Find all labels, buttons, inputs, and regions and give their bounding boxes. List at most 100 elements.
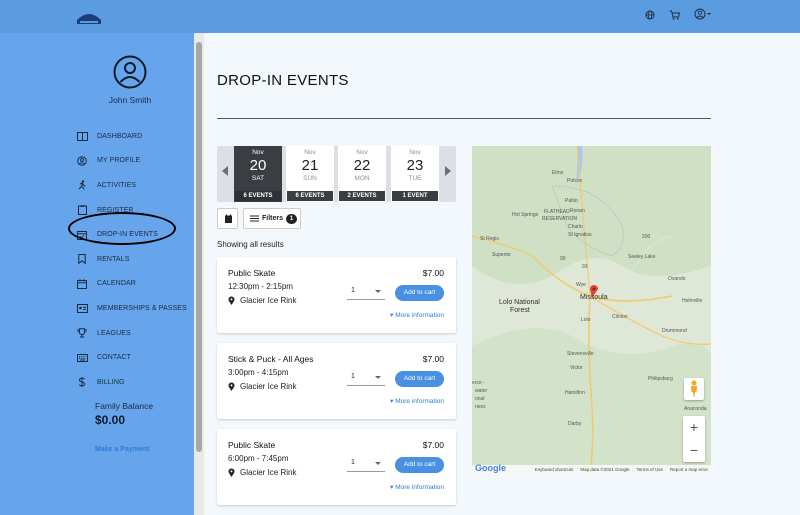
map-label: Darby [568,421,582,427]
sidebar-item-dashboard[interactable]: Dashboard [76,124,187,149]
filters-button[interactable]: Filters 1 [243,208,301,229]
date-card-nov-22[interactable]: Nov 22 MON 2 EVENTS [338,146,386,202]
calendar-icon [76,279,88,289]
user-avatar-icon[interactable] [113,55,147,89]
date-day: 23 [406,157,424,174]
more-information-label: More information [395,484,444,491]
make-payment-link[interactable]: Make a Payment [95,446,149,453]
keyboard-shortcuts-link[interactable]: Keyboard shortcuts [535,467,574,472]
report-map-error-link[interactable]: Report a map error [670,467,708,472]
map-label: Anaconda [684,406,707,412]
dollar-icon [76,377,88,388]
add-to-cart-button[interactable]: Add to cart [395,457,444,473]
page-title: DROP-IN EVENTS [217,72,349,89]
filter-lines-icon [250,215,259,222]
logo-icon[interactable] [74,8,104,26]
sidebar-item-activities[interactable]: Activities [76,173,187,198]
chevron-down-icon [375,376,381,379]
quantity-value: 1 [351,459,355,466]
event-card: Public Skate 12:30pm - 2:15pm Glacier Ic… [217,257,456,333]
map-highway-label: 93 [582,264,588,270]
street-view-pegman-icon[interactable] [684,378,704,400]
map-label: Victor [570,365,583,371]
sidebar-item-label: Dashboard [97,132,143,140]
sidebar-item-contact[interactable]: Contact [76,345,187,370]
sidebar-item-leagues[interactable]: Leagues [76,321,187,346]
event-time: 6:00pm - 7:45pm [228,454,289,463]
date-event-count: 6 EVENTS [235,191,281,201]
date-weekday: SUN [303,175,317,182]
account-menu-icon[interactable] [694,8,712,23]
more-information-link[interactable]: ▾ More information [390,397,444,405]
add-to-cart-button[interactable]: Add to cart [395,371,444,387]
map-pin-icon [228,468,235,477]
quantity-select[interactable]: 1 [347,283,385,300]
event-price: $7.00 [422,440,444,450]
trophy-icon [76,328,88,338]
terms-of-use-link[interactable]: Terms of Use [636,467,663,472]
sidebar-item-label: Rentals [97,255,130,263]
map-view[interactable]: FLATHEAD RESERVATION Polson Elmo Pablo R… [472,146,711,474]
map-label: Wye [576,282,586,288]
sidebar-item-my-profile[interactable]: My Profile [76,149,187,174]
google-logo: Google [475,463,506,473]
map-label: water [475,388,488,394]
date-weekday: TUE [408,175,422,182]
date-weekday: MON [354,175,370,182]
sidebar-nav: Dashboard My Profile Activities Register… [76,124,187,395]
sidebar-item-memberships-passes[interactable]: Memberships & Passes [76,296,187,321]
date-card-nov-20[interactable]: Nov 20 SAT 6 EVENTS [234,146,282,202]
map-label: Pablo [565,198,578,204]
map-label: FLATHEAD [544,209,570,215]
sidebar-item-calendar[interactable]: Calendar [76,272,187,297]
title-divider [217,118,711,119]
family-balance-label: Family Balance [95,401,154,411]
map-label: Seeley Lake [628,254,656,260]
next-date-arrow-icon[interactable] [445,166,451,176]
sidebar-item-rentals[interactable]: Rentals [76,247,187,272]
more-information-link[interactable]: ▾ More information [390,483,444,491]
event-time: 3:00pm - 4:15pm [228,368,289,377]
sidebar-item-label: Calendar [97,280,136,288]
date-month: Nov [409,149,421,156]
zoom-in-button[interactable]: + [683,416,705,439]
map-footer: Keyboard shortcuts Map data ©2021 Google… [472,465,711,474]
event-price: $7.00 [422,268,444,278]
map-highway-label: 200 [642,234,651,240]
filters-count-badge: 1 [286,213,298,224]
more-information-link[interactable]: ▾ More information [390,311,444,319]
columns-icon [76,131,88,141]
cart-icon[interactable] [669,9,681,23]
quantity-select[interactable]: 1 [347,455,385,472]
prev-date-arrow-icon[interactable] [222,166,228,176]
sidebar-item-label: Billing [97,378,125,386]
globe-icon[interactable] [645,9,655,23]
date-card-nov-23[interactable]: Nov 23 TUE 1 EVENT [391,146,439,202]
date-card-nov-21[interactable]: Nov 21 SUN 6 EVENTS [286,146,334,202]
event-card: Stick & Puck - All Ages 3:00pm - 4:15pm … [217,343,456,419]
quantity-value: 1 [351,287,355,294]
caret-down-icon: ▾ [390,398,394,405]
sidebar-item-billing[interactable]: Billing [76,370,187,395]
event-card: Public Skate 6:00pm - 7:45pm Glacier Ice… [217,429,456,505]
add-to-cart-button[interactable]: Add to cart [395,285,444,301]
map-label: ness [475,404,486,410]
filters-label: Filters [262,215,284,222]
date-day: 20 [249,157,267,174]
map-data-attribution: Map data ©2021 Google [580,467,630,472]
chevron-down-icon [375,290,381,293]
family-balance-value: $0.00 [95,413,126,427]
user-circle-icon [76,156,88,166]
map-label: RESERVATION [542,216,578,222]
map-label: Stevensville [567,351,594,357]
sidebar-item-label: Memberships & Passes [97,304,187,312]
calendar-picker-button[interactable] [217,208,238,229]
quantity-select[interactable]: 1 [347,369,385,386]
caret-down-icon: ▾ [390,484,394,491]
map-label: Drummond [662,328,687,334]
top-bar [0,0,800,33]
map-label: Polson [567,178,583,184]
map-label: St Regis [480,236,499,242]
zoom-out-button[interactable]: − [683,439,705,462]
date-weekday: SAT [251,175,265,182]
